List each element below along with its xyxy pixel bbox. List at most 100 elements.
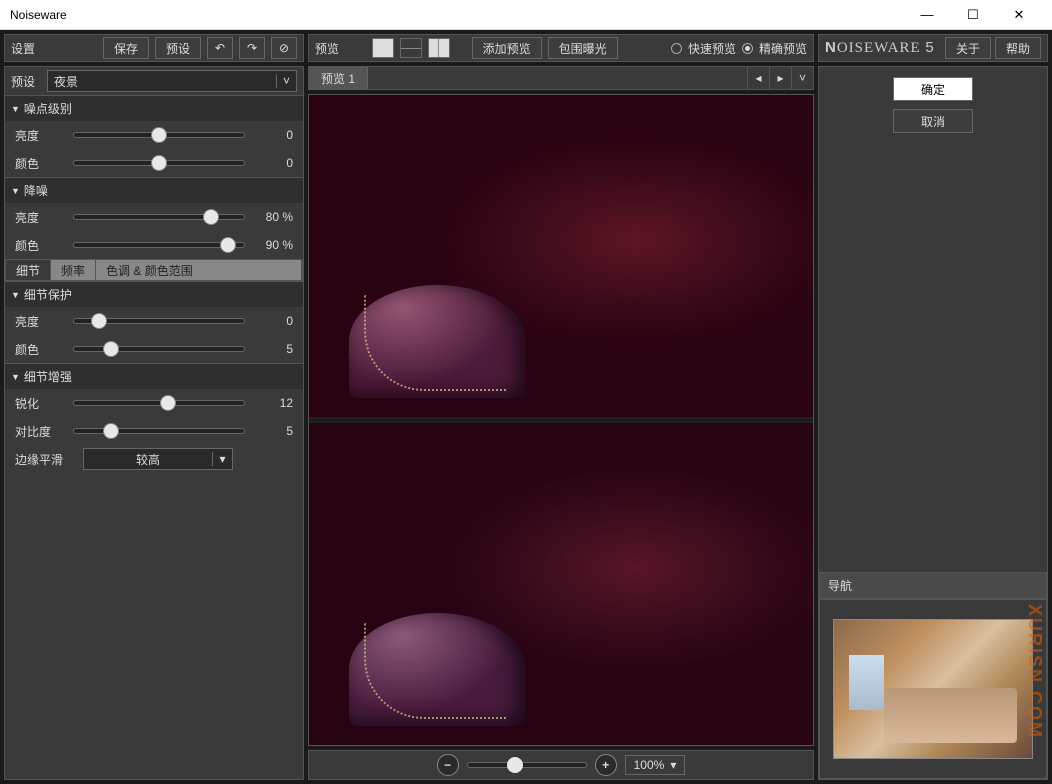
add-preview-button[interactable]: 添加预览: [472, 37, 542, 59]
preset-dropdown[interactable]: 夜景 ˅: [47, 70, 297, 92]
about-button[interactable]: 关于: [945, 37, 991, 59]
slider-thumb[interactable]: [151, 155, 167, 171]
navigator-body[interactable]: [819, 599, 1047, 779]
maximize-button[interactable]: ☐: [950, 0, 996, 30]
zoom-slider[interactable]: [467, 762, 587, 768]
ok-button[interactable]: 确定: [893, 77, 973, 101]
preview-toolbar: 预览 添加预览 包围曝光 快速预览 精确预览: [308, 34, 814, 62]
accurate-preview-radio[interactable]: 精确预览: [742, 40, 807, 57]
brand-toolbar: NOISEWARE 5 关于 帮助: [818, 34, 1048, 62]
preview-tab-1[interactable]: 预览 1: [309, 67, 368, 89]
window-title: Noiseware: [10, 8, 904, 22]
view-split-h-button[interactable]: [400, 38, 422, 58]
tab-detail[interactable]: 细节: [6, 260, 51, 280]
center-panel: 预览 添加预览 包围曝光 快速预览 精确预览 预览 1 ◂ ▸ ˅: [308, 34, 814, 780]
tab-tonal-range[interactable]: 色调 & 颜色范围: [96, 260, 302, 280]
preset-row: 预设 夜景 ˅: [5, 67, 303, 95]
slider-track[interactable]: [73, 314, 245, 328]
preview-label: 预览: [315, 40, 339, 57]
redo-button[interactable]: ↷: [239, 37, 265, 59]
preview-separator[interactable]: [309, 419, 813, 421]
preview-area[interactable]: [308, 94, 814, 746]
controls-panel: 预设 夜景 ˅ ▼噪点级别 亮度 0 颜色 0 ▼降噪 亮度: [4, 66, 304, 780]
window-titlebar: Noiseware — ☐ ✕: [0, 0, 1052, 30]
section-detail-protect[interactable]: ▼细节保护: [5, 281, 303, 307]
bracket-button[interactable]: 包围曝光: [548, 37, 618, 59]
slider-thumb[interactable]: [220, 237, 236, 253]
prev-button[interactable]: ◂: [747, 67, 769, 89]
section-detail-enhance[interactable]: ▼细节增强: [5, 363, 303, 389]
slider-track[interactable]: [73, 156, 245, 170]
preset-button[interactable]: 预设: [155, 37, 201, 59]
brand-logo: NOISEWARE 5: [825, 39, 941, 57]
slider-track[interactable]: [73, 238, 245, 252]
radio-icon: [742, 43, 753, 54]
slider-thumb[interactable]: [91, 313, 107, 329]
preview-menu-button[interactable]: ˅: [791, 67, 813, 89]
fast-preview-radio[interactable]: 快速预览: [671, 40, 736, 57]
minimize-button[interactable]: —: [904, 0, 950, 30]
edge-smooth-dropdown[interactable]: 较高 ▾: [83, 448, 233, 470]
detail-tabs: 细节 频率 色调 & 颜色范围: [5, 259, 303, 281]
action-buttons: 确定 取消: [819, 67, 1047, 143]
left-panel: 设置 保存 预设 ↶ ↷ ⊘ 预设 夜景 ˅ ▼噪点级别 亮度 0: [4, 34, 304, 780]
slider-thumb[interactable]: [103, 341, 119, 357]
close-button[interactable]: ✕: [996, 0, 1042, 30]
section-denoise[interactable]: ▼降噪: [5, 177, 303, 203]
undo-button[interactable]: ↶: [207, 37, 233, 59]
reset-button[interactable]: ⊘: [271, 37, 297, 59]
edge-smooth-row: 边缘平滑 较高 ▾: [5, 445, 303, 473]
slider-track[interactable]: [73, 424, 245, 438]
section-noise-level[interactable]: ▼噪点级别: [5, 95, 303, 121]
tab-frequency[interactable]: 频率: [51, 260, 96, 280]
chevron-down-icon: ▾: [670, 758, 676, 772]
next-button[interactable]: ▸: [769, 67, 791, 89]
slider-thumb[interactable]: [160, 395, 176, 411]
slider-thumb[interactable]: [151, 127, 167, 143]
zoom-out-button[interactable]: −: [437, 754, 459, 776]
slider-track[interactable]: [73, 128, 245, 142]
preview-tabbar: 预览 1 ◂ ▸ ˅: [308, 66, 814, 90]
zoom-dropdown[interactable]: 100%▾: [625, 755, 686, 775]
save-button[interactable]: 保存: [103, 37, 149, 59]
slider-protect-color: 颜色 5: [5, 335, 303, 363]
slider-denoise-color: 颜色 90 %: [5, 231, 303, 259]
slider-sharpen: 锐化 12: [5, 389, 303, 417]
navigator-title: 导航: [819, 572, 1047, 599]
cancel-button[interactable]: 取消: [893, 109, 973, 133]
zoom-thumb[interactable]: [507, 757, 523, 773]
help-button[interactable]: 帮助: [995, 37, 1041, 59]
triangle-down-icon: ▼: [11, 186, 20, 196]
right-panel: NOISEWARE 5 关于 帮助 确定 取消 导航 XURISN.COM: [818, 34, 1048, 780]
slider-thumb[interactable]: [203, 209, 219, 225]
settings-toolbar: 设置 保存 预设 ↶ ↷ ⊘: [4, 34, 304, 62]
preset-label: 预设: [11, 73, 41, 90]
slider-noise-color: 颜色 0: [5, 149, 303, 177]
slider-contrast: 对比度 5: [5, 417, 303, 445]
preview-nav: ◂ ▸ ˅: [747, 67, 813, 89]
preview-after: [309, 423, 813, 745]
navigator-thumbnail[interactable]: [833, 619, 1033, 759]
slider-protect-luminance: 亮度 0: [5, 307, 303, 335]
zoom-in-button[interactable]: +: [595, 754, 617, 776]
slider-noise-luminance: 亮度 0: [5, 121, 303, 149]
slider-track[interactable]: [73, 396, 245, 410]
settings-label: 设置: [11, 40, 35, 57]
right-body: 确定 取消 导航 XURISN.COM: [818, 66, 1048, 780]
preset-value: 夜景: [48, 73, 276, 90]
navigator-panel: 导航: [819, 572, 1047, 779]
chevron-down-icon[interactable]: ▾: [212, 452, 232, 466]
slider-thumb[interactable]: [103, 423, 119, 439]
triangle-down-icon: ▼: [11, 372, 20, 382]
zoom-toolbar: − + 100%▾: [308, 750, 814, 780]
slider-track[interactable]: [73, 342, 245, 356]
app-body: 设置 保存 预设 ↶ ↷ ⊘ 预设 夜景 ˅ ▼噪点级别 亮度 0: [0, 30, 1052, 784]
slider-track[interactable]: [73, 210, 245, 224]
view-split-v-button[interactable]: [428, 38, 450, 58]
slider-denoise-luminance: 亮度 80 %: [5, 203, 303, 231]
chevron-down-icon[interactable]: ˅: [276, 74, 296, 88]
view-single-button[interactable]: [372, 38, 394, 58]
triangle-down-icon: ▼: [11, 290, 20, 300]
triangle-down-icon: ▼: [11, 104, 20, 114]
radio-icon: [671, 43, 682, 54]
